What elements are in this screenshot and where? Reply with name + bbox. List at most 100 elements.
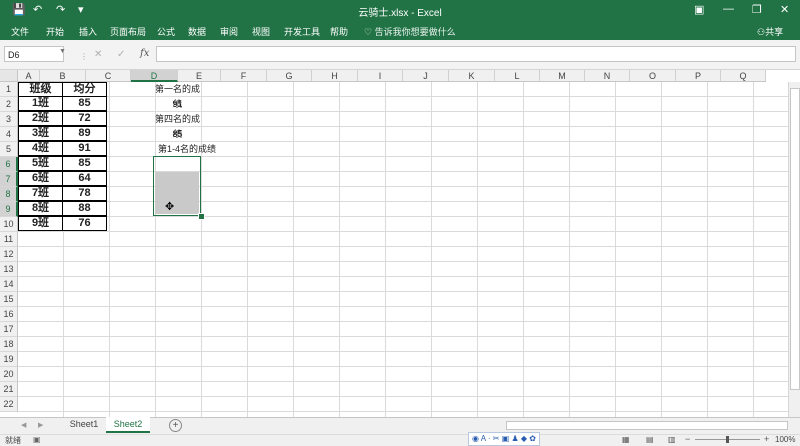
sheet-tab-sheet2[interactable]: Sheet2: [106, 417, 150, 433]
next-sheet-icon[interactable]: ▶: [38, 421, 43, 429]
chevron-down-icon[interactable]: ▼: [59, 48, 66, 55]
column-header-q[interactable]: Q: [721, 70, 766, 82]
cell-d3[interactable]: 第四名的成绩: [154, 112, 201, 139]
row-header-20[interactable]: 20: [0, 367, 18, 382]
tab-insert[interactable]: 插入: [79, 25, 97, 38]
cell-grid[interactable]: [18, 82, 788, 417]
table-cell-class[interactable]: 4班: [18, 141, 63, 156]
vertical-scroll-thumb[interactable]: [790, 88, 800, 390]
cell-d4[interactable]: 85: [154, 127, 201, 142]
row-header-15[interactable]: 15: [0, 292, 18, 307]
column-header-l[interactable]: L: [495, 70, 540, 82]
row-header-13[interactable]: 13: [0, 262, 18, 277]
restore-button[interactable]: ❐: [752, 3, 762, 16]
row-header-17[interactable]: 17: [0, 322, 18, 337]
minimize-button[interactable]: —: [723, 3, 734, 15]
page-layout-view-icon[interactable]: ▤: [646, 435, 654, 444]
table-cell-average[interactable]: 76: [62, 216, 107, 231]
row-header-3[interactable]: 3: [0, 112, 18, 127]
resize-dots-icon[interactable]: ⋮: [80, 52, 88, 61]
zoom-in-icon[interactable]: +: [764, 434, 769, 444]
column-header-d[interactable]: D: [131, 70, 178, 82]
prev-sheet-icon[interactable]: ◀: [21, 421, 26, 429]
zoom-out-icon[interactable]: −: [685, 434, 690, 444]
zoom-level[interactable]: 100%: [775, 435, 795, 444]
row-header-16[interactable]: 16: [0, 307, 18, 322]
table-cell-average[interactable]: 88: [62, 201, 107, 216]
sheet-tab-sheet1[interactable]: Sheet1: [62, 417, 106, 433]
column-header-n[interactable]: N: [585, 70, 630, 82]
share-button[interactable]: ⚇共享: [757, 25, 783, 38]
fill-handle[interactable]: [198, 213, 205, 220]
table-cell-average[interactable]: 72: [62, 111, 107, 126]
cell-d5[interactable]: 第1-4名的成绩: [158, 142, 238, 157]
tell-me-search[interactable]: ♡ 告诉我你想要做什么: [364, 25, 456, 38]
table-cell-class[interactable]: 5班: [18, 156, 63, 171]
row-header-12[interactable]: 12: [0, 247, 18, 262]
table-cell-class[interactable]: 6班: [18, 171, 63, 186]
tab-data[interactable]: 数据: [188, 25, 206, 38]
tab-developer[interactable]: 开发工具: [284, 25, 320, 38]
table-cell-class[interactable]: 2班: [18, 111, 63, 126]
row-header-5[interactable]: 5: [0, 142, 18, 157]
column-header-k[interactable]: K: [449, 70, 495, 82]
header-cell-class[interactable]: 班级: [18, 82, 63, 97]
header-cell-average[interactable]: 均分: [62, 82, 107, 97]
row-header-1[interactable]: 1: [0, 82, 18, 97]
select-all-corner[interactable]: [0, 70, 18, 82]
close-button[interactable]: ✕: [780, 3, 789, 16]
column-header-g[interactable]: G: [267, 70, 312, 82]
cell-d1[interactable]: 第一名的成绩: [154, 82, 201, 109]
horizontal-scrollbar[interactable]: [506, 421, 788, 430]
add-sheet-icon[interactable]: +: [169, 419, 182, 432]
column-header-j[interactable]: J: [403, 70, 449, 82]
column-header-m[interactable]: M: [540, 70, 585, 82]
formula-input[interactable]: [156, 46, 796, 62]
macro-record-icon[interactable]: ▣: [33, 435, 41, 444]
normal-view-icon[interactable]: ▦: [622, 435, 630, 444]
ribbon-display-icon[interactable]: ▣: [694, 3, 704, 16]
page-break-view-icon[interactable]: ▥: [668, 435, 676, 444]
name-box[interactable]: D6: [4, 46, 64, 62]
cell-d2[interactable]: 91: [154, 97, 201, 112]
row-header-8[interactable]: 8: [0, 187, 18, 202]
row-header-22[interactable]: 22: [0, 397, 18, 412]
row-header-19[interactable]: 19: [0, 352, 18, 367]
enter-check-icon[interactable]: ✓: [117, 49, 125, 60]
table-cell-average[interactable]: 64: [62, 171, 107, 186]
table-cell-class[interactable]: 3班: [18, 126, 63, 141]
row-header-21[interactable]: 21: [0, 382, 18, 397]
table-cell-class[interactable]: 9班: [18, 216, 63, 231]
insert-function-icon[interactable]: fx: [140, 48, 149, 59]
row-header-9[interactable]: 9: [0, 202, 18, 217]
tab-home[interactable]: 开始: [46, 25, 64, 38]
table-cell-average[interactable]: 89: [62, 126, 107, 141]
row-header-10[interactable]: 10: [0, 217, 18, 232]
tab-review[interactable]: 审阅: [220, 25, 238, 38]
tab-help[interactable]: 帮助: [330, 25, 348, 38]
row-header-7[interactable]: 7: [0, 172, 18, 187]
column-header-a[interactable]: A: [18, 70, 40, 82]
tab-formulas[interactable]: 公式: [157, 25, 175, 38]
cancel-icon[interactable]: ✕: [94, 49, 102, 60]
table-cell-average[interactable]: 85: [62, 96, 107, 111]
row-header-6[interactable]: 6: [0, 157, 18, 172]
zoom-slider-thumb[interactable]: [726, 436, 729, 443]
table-cell-class[interactable]: 1班: [18, 96, 63, 111]
selected-range[interactable]: [153, 156, 201, 216]
tab-view[interactable]: 视图: [252, 25, 270, 38]
column-header-b[interactable]: B: [40, 70, 86, 82]
table-cell-average[interactable]: 91: [62, 141, 107, 156]
column-header-c[interactable]: C: [86, 70, 131, 82]
row-header-18[interactable]: 18: [0, 337, 18, 352]
column-header-p[interactable]: P: [676, 70, 721, 82]
table-cell-class[interactable]: 7班: [18, 186, 63, 201]
column-header-o[interactable]: O: [630, 70, 676, 82]
row-header-4[interactable]: 4: [0, 127, 18, 142]
column-header-f[interactable]: F: [221, 70, 267, 82]
row-header-2[interactable]: 2: [0, 97, 18, 112]
table-cell-average[interactable]: 78: [62, 186, 107, 201]
tab-file[interactable]: 文件: [11, 25, 29, 38]
table-cell-class[interactable]: 8班: [18, 201, 63, 216]
ime-toolbar[interactable]: ◉ A · ✂ ▣ ♟ ◆ ✿: [468, 432, 540, 446]
